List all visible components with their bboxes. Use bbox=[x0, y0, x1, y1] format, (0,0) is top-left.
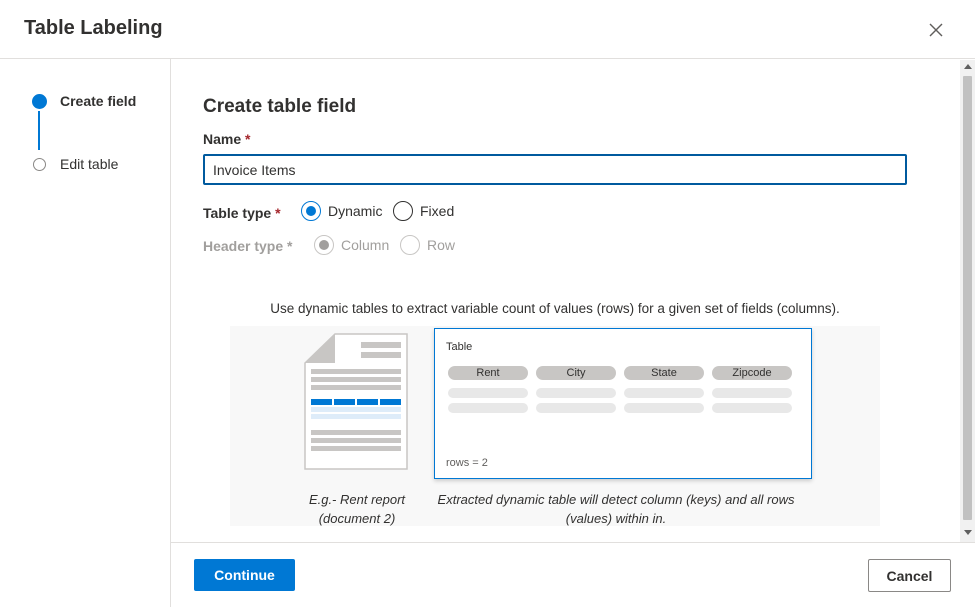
row-placeholder bbox=[624, 403, 704, 413]
header-type-label-text: Header type bbox=[203, 238, 284, 254]
dialog-title: Table Labeling bbox=[24, 17, 163, 39]
step-indicator-icon bbox=[33, 158, 46, 171]
scroll-up-arrow-icon[interactable] bbox=[964, 64, 972, 69]
scroll-down-arrow-icon[interactable] bbox=[964, 530, 972, 535]
column-header-pill: City bbox=[536, 366, 616, 380]
column-header-pill: State bbox=[624, 366, 704, 380]
table-type-label-text: Table type bbox=[203, 205, 272, 221]
header-type-label: Header type * bbox=[203, 238, 293, 254]
radio-dynamic[interactable]: Dynamic bbox=[301, 201, 382, 221]
row-placeholder bbox=[712, 403, 792, 413]
row-placeholder bbox=[448, 388, 528, 398]
step-sidebar: Create field Edit table bbox=[0, 59, 171, 607]
radio-column-label: Column bbox=[341, 237, 390, 253]
step-create-field[interactable]: Create field bbox=[60, 93, 136, 109]
form-title: Create table field bbox=[203, 96, 357, 117]
row-placeholder bbox=[536, 388, 616, 398]
table-preview-card: Table Rent City State Zipcode rows = 2 bbox=[434, 328, 812, 479]
radio-fixed[interactable]: Fixed bbox=[393, 201, 454, 221]
radio-unchecked-icon bbox=[400, 235, 420, 255]
dialog-footer: Continue Cancel bbox=[171, 542, 975, 607]
radio-row: Row bbox=[400, 235, 455, 255]
name-input[interactable] bbox=[203, 154, 907, 185]
rows-count: rows = 2 bbox=[446, 457, 488, 469]
step-connector bbox=[38, 111, 40, 150]
table-preview-title: Table bbox=[446, 341, 473, 353]
document-caption: E.g.- Rent report (document 2) bbox=[308, 492, 406, 526]
row-placeholder bbox=[536, 403, 616, 413]
scrollbar-thumb[interactable] bbox=[963, 76, 972, 520]
vertical-scrollbar[interactable] bbox=[960, 60, 975, 542]
radio-dynamic-label: Dynamic bbox=[328, 203, 383, 219]
document-icon bbox=[304, 333, 408, 470]
dialog-header: Table Labeling bbox=[0, 0, 975, 59]
continue-button[interactable]: Continue bbox=[194, 559, 295, 591]
required-mark: * bbox=[245, 131, 251, 147]
dynamic-table-description: Use dynamic tables to extract variable c… bbox=[270, 301, 840, 316]
required-mark: * bbox=[275, 205, 281, 221]
name-label: Name * bbox=[203, 131, 250, 147]
step-edit-table[interactable]: Edit table bbox=[60, 156, 118, 172]
column-header-pill: Rent bbox=[448, 366, 528, 380]
row-placeholder bbox=[624, 388, 704, 398]
table-type-label: Table type * bbox=[203, 205, 281, 221]
radio-fixed-label: Fixed bbox=[420, 203, 455, 219]
radio-column: Column bbox=[314, 235, 389, 255]
name-label-text: Name bbox=[203, 131, 242, 147]
radio-checked-icon bbox=[301, 201, 321, 221]
illustration-panel: Table Rent City State Zipcode rows = 2 E… bbox=[230, 326, 880, 526]
required-mark: * bbox=[287, 238, 293, 254]
radio-checked-icon bbox=[314, 235, 334, 255]
radio-unchecked-icon bbox=[393, 201, 413, 221]
cancel-button[interactable]: Cancel bbox=[868, 559, 951, 592]
column-header-pill: Zipcode bbox=[712, 366, 792, 380]
table-caption: Extracted dynamic table will detect colu… bbox=[437, 492, 795, 526]
main-panel: Create table field Name * Table type * D… bbox=[172, 60, 960, 542]
close-icon[interactable] bbox=[926, 20, 946, 40]
step-indicator-active-icon bbox=[32, 94, 47, 109]
row-placeholder bbox=[448, 403, 528, 413]
radio-row-label: Row bbox=[427, 237, 456, 253]
row-placeholder bbox=[712, 388, 792, 398]
